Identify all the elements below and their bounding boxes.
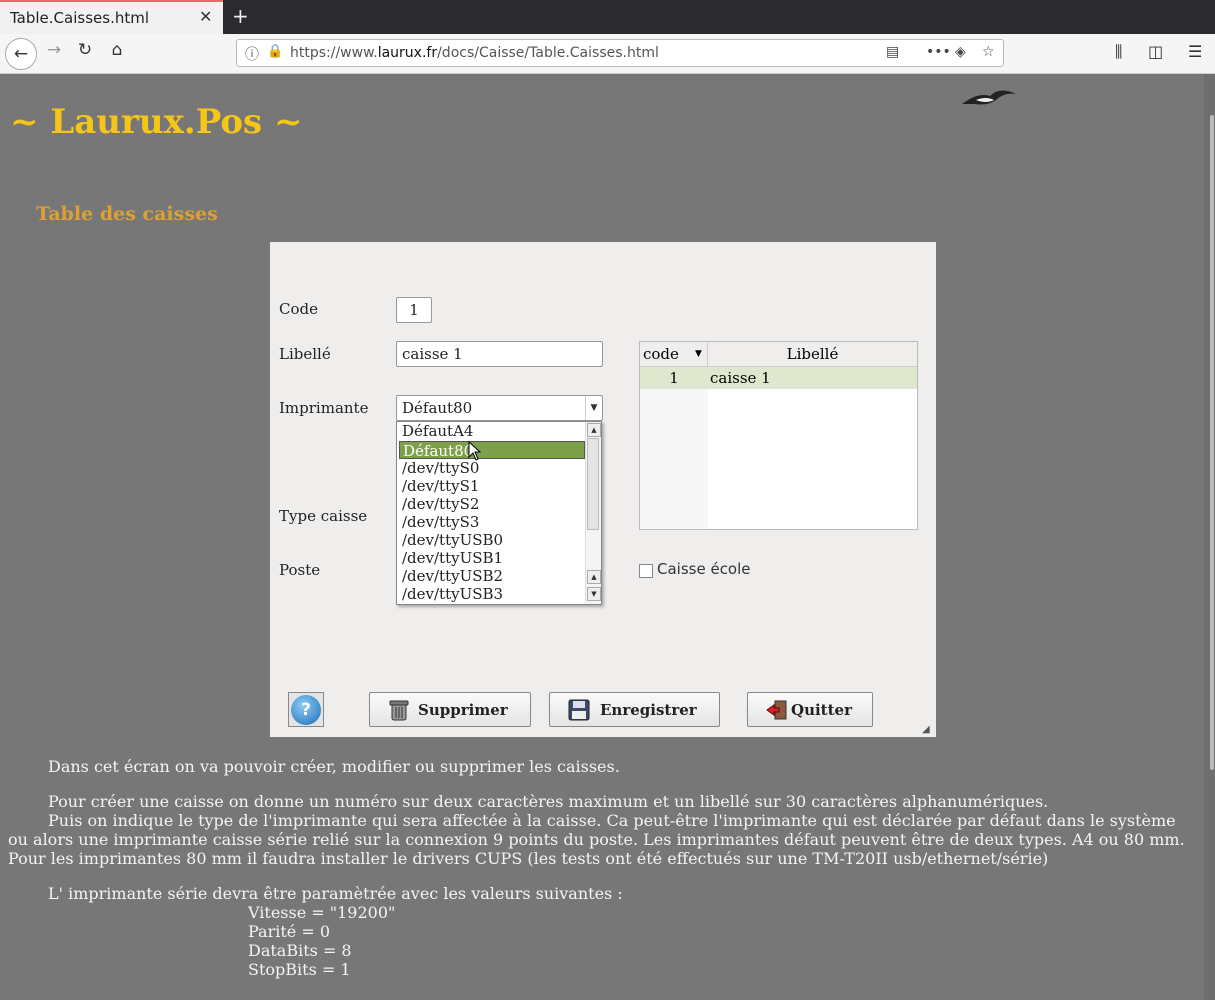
column-header-code[interactable]: code ▼: [640, 342, 708, 366]
column-header-code-label: code: [643, 345, 679, 363]
menu-icon[interactable]: ☰: [1188, 42, 1202, 61]
dropdown-option[interactable]: /dev/ttyUSB1: [399, 549, 585, 567]
tab-title: Table.Caisses.html: [10, 9, 149, 27]
navigation-bar: ← → ↻ ⌂ ⓘ 🔒 https://www.laurux.fr/docs/C…: [0, 34, 1215, 74]
resize-grip-icon[interactable]: ◢: [922, 724, 930, 735]
caisse-form-panel: Code 1 Libellé caisse 1 Imprimante Défau…: [270, 242, 936, 737]
page-scrollbar-thumb[interactable]: [1210, 115, 1214, 770]
libelle-label: Libellé: [279, 345, 331, 363]
paragraph-printer: Puis on indique le type de l'imprimante …: [8, 811, 1185, 868]
table-header: code ▼ Libellé: [640, 342, 917, 367]
delete-button[interactable]: Supprimer: [369, 692, 531, 727]
new-tab-button[interactable]: +: [232, 4, 249, 28]
scroll-up-icon[interactable]: ▲: [587, 423, 601, 437]
dropdown-option[interactable]: /dev/ttyS3: [399, 513, 585, 531]
reader-view-icon[interactable]: ▤: [886, 44, 899, 60]
reload-button[interactable]: ↻: [71, 40, 99, 68]
serial-setting: Vitesse = "19200": [248, 903, 396, 922]
code-label: Code: [279, 300, 318, 318]
dropdown-option-selected[interactable]: Défaut80: [399, 441, 585, 460]
column-header-libelle[interactable]: Libellé: [708, 342, 917, 366]
poste-label: Poste: [279, 561, 321, 579]
row-libelle-cell: caisse 1: [710, 369, 771, 387]
page-title: ~ Laurux.Pos ~: [10, 102, 303, 142]
dropdown-option[interactable]: /dev/ttyS0: [399, 459, 585, 477]
libelle-input[interactable]: caisse 1: [396, 341, 603, 367]
url-text[interactable]: https://www.laurux.fr/docs/Caisse/Table.…: [290, 45, 659, 61]
home-button[interactable]: ⌂: [103, 40, 131, 68]
chevron-down-icon[interactable]: ▼: [585, 396, 602, 420]
sidebar-icon[interactable]: ◫: [1148, 42, 1163, 61]
code-input[interactable]: 1: [396, 297, 432, 323]
serial-setting: Parité = 0: [248, 922, 331, 941]
url-bar[interactable]: ⓘ 🔒 https://www.laurux.fr/docs/Caisse/Ta…: [236, 39, 1004, 67]
dropdown-option[interactable]: DéfautA4: [399, 422, 585, 440]
dropdown-option[interactable]: /dev/ttyS1: [399, 477, 585, 495]
forward-button[interactable]: →: [40, 40, 68, 68]
paragraph-intro: Dans cet écran on va pouvoir créer, modi…: [48, 757, 620, 776]
type-caisse-label: Type caisse: [279, 507, 368, 525]
sort-down-icon[interactable]: ▼: [695, 342, 702, 366]
tab-bar: Table.Caisses.html ✕ +: [0, 0, 1215, 34]
dropdown-option[interactable]: /dev/ttyUSB0: [399, 531, 585, 549]
section-heading: Table des caisses: [36, 203, 218, 225]
delete-button-label: Supprimer: [418, 701, 508, 719]
info-icon[interactable]: ⓘ: [245, 44, 259, 64]
seagull-logo-icon: [962, 90, 1016, 105]
back-button[interactable]: ←: [5, 38, 37, 70]
imprimante-dropdown-list[interactable]: DéfautA4 Défaut80 /dev/ttyS0 /dev/ttyS1 …: [396, 421, 602, 605]
quit-button[interactable]: Quitter: [747, 692, 873, 727]
paragraph-create: Pour créer une caisse on donne un numéro…: [48, 792, 1049, 811]
table-row[interactable]: 1 caisse 1: [640, 367, 917, 389]
save-button[interactable]: Enregistrer: [549, 692, 720, 727]
floppy-disk-icon: [568, 699, 590, 721]
caisse-ecole-checkbox[interactable]: [639, 564, 653, 578]
browser-tab[interactable]: Table.Caisses.html ✕: [0, 0, 223, 34]
dropdown-option[interactable]: /dev/ttyS2: [399, 495, 585, 513]
dropdown-option[interactable]: /dev/ttyUSB2: [399, 567, 585, 585]
mouse-cursor-icon: [468, 441, 482, 461]
library-icon[interactable]: ⫼: [1115, 42, 1122, 62]
scroll-down-icon[interactable]: ▼: [587, 587, 601, 601]
exit-door-icon: [766, 700, 787, 720]
dropdown-option[interactable]: /dev/ttyUSB3: [399, 585, 585, 603]
pocket-icon[interactable]: ◈: [955, 44, 966, 60]
imprimante-label: Imprimante: [279, 399, 369, 417]
caisses-list-table[interactable]: code ▼ Libellé 1 caisse 1: [639, 341, 918, 530]
help-icon: ?: [291, 695, 321, 725]
caisse-ecole-label[interactable]: Caisse école: [657, 560, 751, 578]
help-button[interactable]: ?: [288, 692, 324, 727]
bookmark-star-icon[interactable]: ☆: [982, 44, 995, 60]
serial-setting: DataBits = 8: [248, 941, 352, 960]
imprimante-selected-value: Défaut80: [402, 399, 473, 417]
scroll-up-icon[interactable]: ▲: [587, 570, 601, 584]
row-code-cell: 1: [669, 369, 679, 387]
imprimante-select[interactable]: Défaut80 ▼: [396, 395, 603, 421]
save-button-label: Enregistrer: [600, 701, 697, 719]
table-column-background: [640, 389, 708, 529]
close-tab-icon[interactable]: ✕: [199, 7, 212, 26]
dropdown-scrollbar[interactable]: ▲ ▲ ▼: [585, 422, 601, 604]
serial-setting: StopBits = 1: [248, 960, 351, 979]
trash-icon: [389, 700, 409, 721]
scrollbar-thumb[interactable]: [587, 438, 599, 530]
lock-icon: 🔒: [267, 44, 284, 59]
paragraph-serial: L' imprimante série devra être paramètré…: [48, 884, 623, 903]
quit-button-label: Quitter: [791, 701, 852, 719]
page-actions-icon[interactable]: •••: [926, 44, 951, 60]
